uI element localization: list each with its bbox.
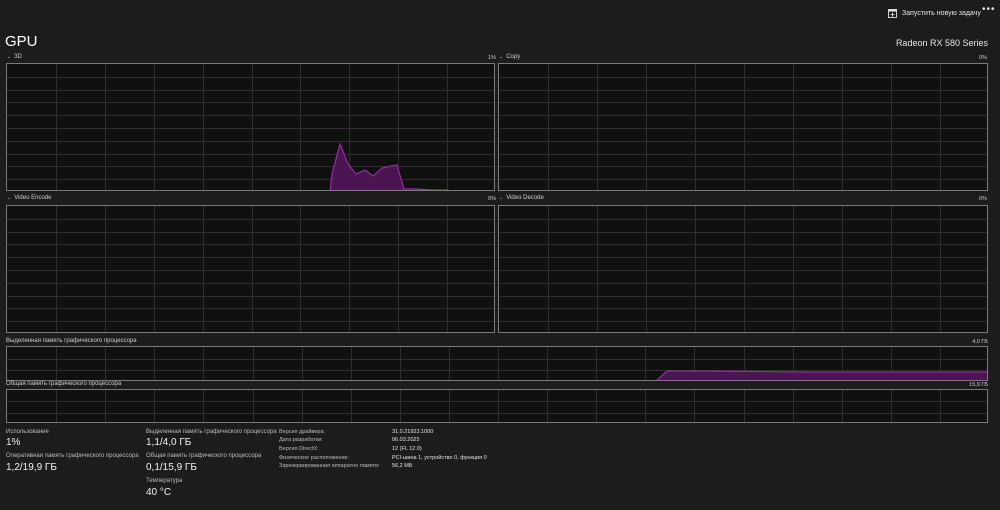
page-title: GPU [5, 33, 38, 50]
engine-percent: 0% [979, 196, 987, 202]
info-key-physical-location: Физическое расположение: [279, 455, 350, 461]
dedicated-memory-graph [6, 346, 988, 381]
engine-graph-3d-plot [7, 64, 494, 190]
usage-trace-3d [329, 142, 450, 190]
info-key-hardware-reserved-memory: Зарезервированная аппаратно памяти: [279, 463, 380, 469]
dedicated-memory-value: 1,1/4,0 ГБ [146, 437, 192, 448]
info-key-directx-version: Версия DirectX: [279, 446, 319, 452]
engine-graph-copy-plot [499, 64, 987, 190]
engine-graph-video-decode [498, 205, 988, 333]
usage-trace-dedicated-memory [656, 370, 987, 380]
more-options-button[interactable]: ••• [982, 4, 996, 15]
engine-percent: 0% [488, 196, 496, 202]
run-new-task-button[interactable]: Запустить новую задачу [888, 6, 981, 20]
engine-selector-video-encode[interactable]: ⌄ Video Encode [7, 195, 51, 201]
shared-memory-label-text: Общая память графического процессора [6, 381, 122, 387]
top-bar: Запустить новую задачу ••• [0, 0, 1000, 26]
usage-value: 1% [6, 437, 21, 448]
dedicated-memory-label-text: Выделенная память графического процессор… [6, 338, 137, 344]
engine-graph-copy [498, 63, 988, 191]
engine-graph-3d [6, 63, 495, 191]
info-value-driver-version: 31.0.21923.1000 [392, 429, 434, 435]
shared-memory-graph-label: Общая память графического процессора [6, 381, 121, 387]
info-value-driver-date: 06.03.2025 [392, 437, 420, 443]
chevron-down-icon: ⌄ [7, 54, 12, 60]
engine-name: Video Decode [506, 195, 544, 201]
engine-name: Video Encode [14, 195, 52, 201]
gpu-memory-label: Оперативная память графического процессо… [6, 453, 139, 459]
engine-selector-3d[interactable]: ⌄ 3D [7, 54, 22, 60]
device-name: Radeon RX 580 Series [895, 38, 988, 48]
temperature-label: Температура [146, 478, 183, 484]
engine-selector-copy[interactable]: ⌄ Copy [499, 54, 520, 60]
chevron-down-icon: ⌄ [7, 195, 12, 201]
shared-memory-max: 15,9 ГБ [969, 382, 988, 388]
info-value-hardware-reserved-memory: 56,2 МБ [392, 463, 413, 469]
run-new-task-label: Запустить новую задачу [902, 9, 981, 17]
temperature-value: 40 °C [146, 487, 172, 498]
chevron-down-icon: ⌄ [499, 195, 504, 201]
engine-percent: 1% [488, 55, 496, 61]
engine-selector-video-decode[interactable]: ⌄ Video Decode [499, 195, 544, 201]
dedicated-memory-graph-label: Выделенная память графического процессор… [6, 338, 137, 344]
shared-memory-value: 0,1/15,9 ГБ [146, 462, 197, 473]
engine-graph-video-encode-plot [7, 206, 494, 332]
engine-percent: 0% [979, 55, 987, 61]
engine-name: 3D [14, 54, 22, 60]
engine-name: Copy [506, 54, 521, 60]
shared-memory-label: Общая память графического процессора [146, 453, 262, 459]
info-value-directx-version: 12 (FL 12.0) [392, 446, 422, 452]
run-task-icon [888, 8, 897, 18]
dedicated-memory-label: Выделенная память графического процессор… [146, 429, 277, 435]
engine-graph-video-decode-plot [499, 206, 987, 332]
dedicated-memory-graph-plot [7, 347, 987, 380]
shared-memory-graph-plot [7, 390, 987, 422]
info-value-physical-location: PCI-шина 1, устройство 0, функция 0 [392, 455, 487, 461]
info-key-driver-version: Версия драйвера: [279, 429, 326, 435]
chevron-down-icon: ⌄ [499, 54, 504, 60]
shared-memory-graph [6, 389, 988, 423]
dedicated-memory-max: 4,0 ГБ [972, 339, 988, 345]
info-key-driver-date: Дата разработки: [279, 437, 324, 443]
usage-label: Использование [6, 429, 49, 435]
gpu-memory-value: 1,2/19,9 ГБ [6, 462, 57, 473]
engine-graph-video-encode [6, 205, 495, 333]
